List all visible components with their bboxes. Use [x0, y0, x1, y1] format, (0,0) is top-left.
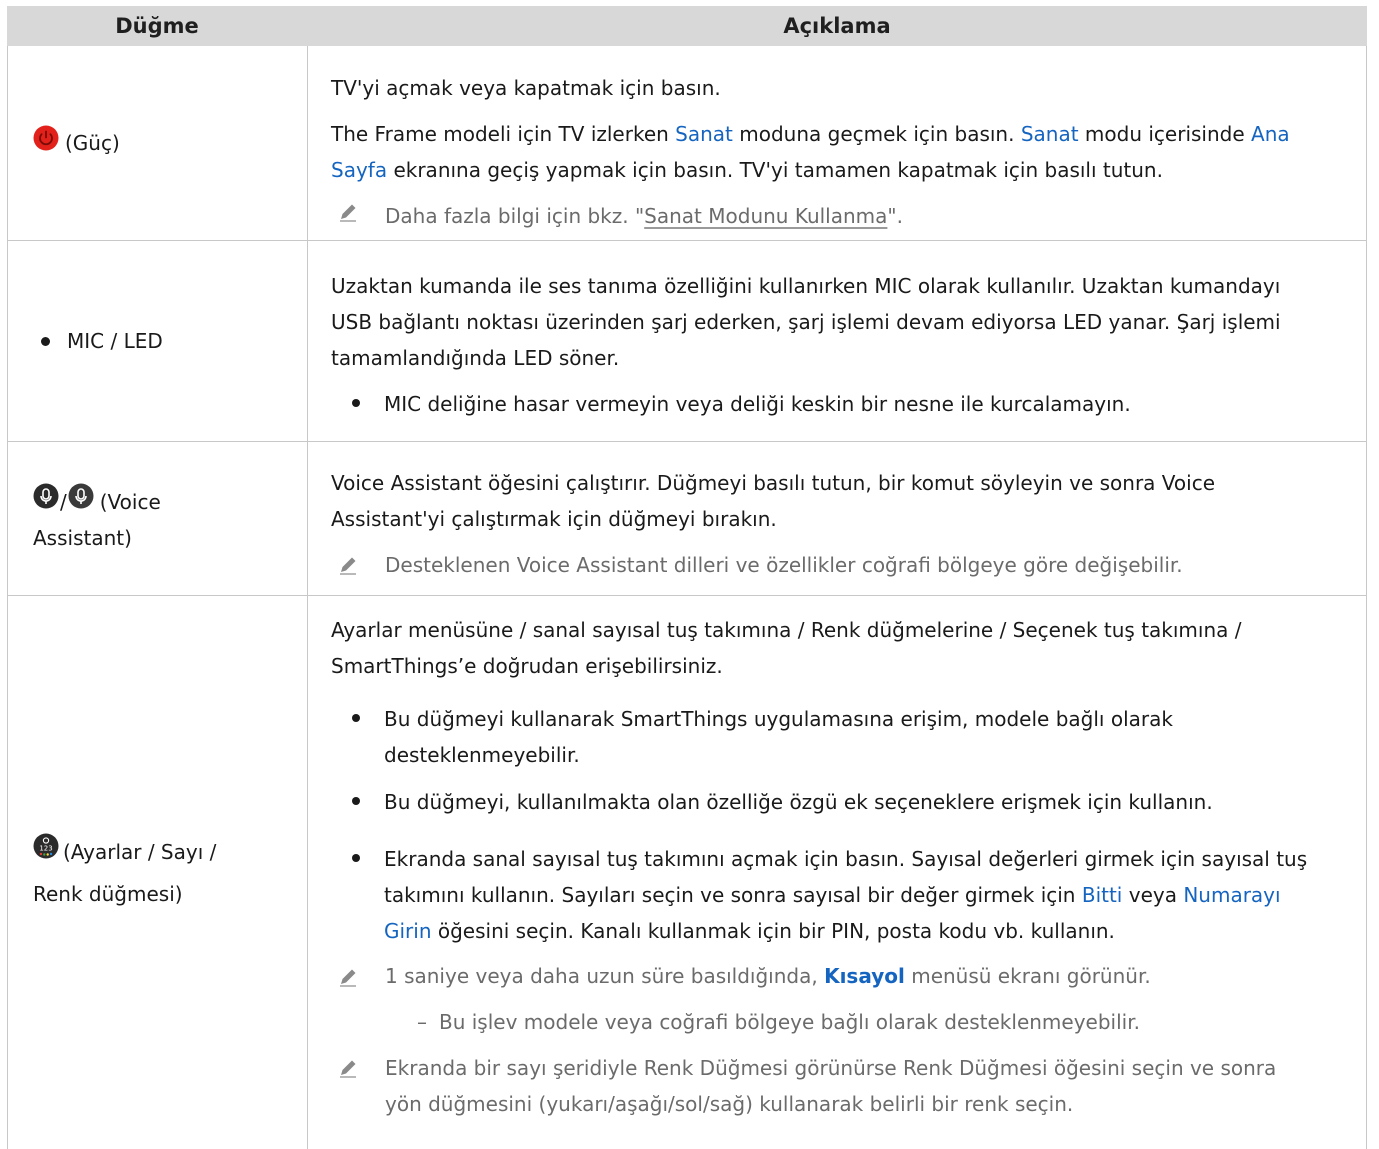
color-settings-icon: 123: [33, 833, 59, 870]
ana-sayfa-link[interactable]: Ana: [1251, 122, 1290, 146]
mic-icon: [33, 483, 59, 520]
sanat-link[interactable]: Sanat: [1021, 122, 1079, 146]
table-right-border: [1366, 46, 1367, 1149]
color-bullet: Bu düğmeyi, kullanılmakta olan özelliğe …: [384, 790, 1213, 814]
ana-sayfa-link[interactable]: Sayfa: [331, 158, 387, 182]
bullet-dot: [352, 399, 360, 407]
table-header: Düğme Açıklama: [7, 6, 1367, 46]
color-bullet: takımını kullanın. Sayıları seçin ve son…: [384, 883, 1281, 907]
pencil-note-icon: [337, 201, 359, 223]
sanat-link[interactable]: Sanat: [675, 122, 733, 146]
mic-led-button-label: MIC / LED: [67, 329, 163, 353]
mic-icon: [68, 483, 94, 520]
bitti-link[interactable]: Bitti: [1082, 883, 1123, 907]
color-bullet: desteklenmeyebilir.: [384, 743, 580, 767]
mic-bullet: MIC deliğine hasar vermeyin veya deliği …: [384, 392, 1131, 416]
kisayol-link[interactable]: Kısayol: [824, 964, 905, 988]
mic-description-line: tamamlandığında LED söner.: [331, 346, 620, 370]
column-divider: [307, 46, 308, 1149]
power-description: TV'yi açmak veya kapatmak için basın.: [331, 76, 721, 100]
power-frame-description-cont: Sayfa ekranına geçiş yapmak için basın. …: [331, 158, 1163, 182]
bullet-dot: [352, 714, 360, 722]
color-bullet: Ekranda sanal sayısal tuş takımını açmak…: [384, 847, 1308, 871]
dash-marker: –: [417, 1010, 427, 1034]
pencil-note-icon: [337, 966, 359, 988]
button-description-table: Düğme Açıklama (Güç) TV'yi açmak veya ka…: [7, 6, 1367, 1149]
mic-description-line: Uzaktan kumanda ile ses tanıma özelliğin…: [331, 274, 1281, 298]
color-note-line: Ekranda bir sayı şeridiyle Renk Düğmesi …: [385, 1056, 1277, 1080]
voice-note: Desteklenen Voice Assistant dilleri ve ö…: [385, 553, 1183, 577]
table-row-mic-led-button-cell: MIC / LED: [7, 241, 307, 441]
mic-led-dot-icon: [41, 336, 50, 346]
voice-description-line: Voice Assistant öğesini çalıştırır. Düğm…: [331, 471, 1216, 495]
color-bullet: Bu düğmeyi kullanarak SmartThings uygula…: [384, 707, 1173, 731]
power-frame-description: The Frame modeli için TV izlerken Sanat …: [331, 122, 1290, 146]
shortcut-subnote: Bu işlev modele veya coğrafi bölgeye bağ…: [439, 1010, 1140, 1034]
shortcut-note: 1 saniye veya daha uzun süre basıldığınd…: [385, 964, 1151, 988]
mic-description-line: USB bağlantı noktası üzerinden şarj eder…: [331, 310, 1281, 334]
color-note-line: yön düğmesini (yukarı/aşağı/sol/sağ) kul…: [385, 1092, 1074, 1116]
numarayi-girin-link[interactable]: Numarayı: [1183, 883, 1280, 907]
power-icon: [33, 125, 59, 162]
column-header-button: Düğme: [115, 14, 199, 38]
voice-description-line: Assistant'yi çalıştırmak için düğmeyi bı…: [331, 507, 777, 531]
numarayi-girin-link[interactable]: Girin: [384, 919, 432, 943]
power-button-label: (Güç): [65, 131, 120, 155]
power-note: Daha fazla bilgi için bkz. "Sanat Modunu…: [385, 204, 903, 228]
icon-separator: /: [60, 489, 67, 514]
pencil-note-icon: [337, 1057, 359, 1079]
sanat-modunu-kullanma-link[interactable]: Sanat Modunu Kullanma: [644, 204, 887, 228]
bullet-dot: [352, 797, 360, 805]
pencil-note-icon: [337, 554, 359, 576]
color-description-line: Ayarlar menüsüne / sanal sayısal tuş tak…: [331, 618, 1242, 642]
voice-assistant-label: Assistant): [33, 526, 132, 550]
bullet-dot: [352, 854, 360, 862]
icon-123-text: 123: [39, 845, 52, 853]
color-bullet: Girin öğesini seçin. Kanalı kullanmak iç…: [384, 919, 1115, 943]
table-row-power-button-cell: (Güç): [7, 46, 307, 240]
voice-assistant-label: (Voice: [99, 489, 161, 514]
color-description-line: SmartThings’e doğrudan erişebilirsiniz.: [331, 654, 723, 678]
color-button-label: (Ayarlar / Sayı /: [63, 839, 217, 864]
column-header-description: Açıklama: [783, 14, 891, 38]
table-row-voice-assistant-button-cell: / (Voice Assistant): [7, 442, 307, 595]
color-button-label: Renk düğmesi): [33, 882, 183, 906]
table-row-color-button-cell: 123 (Ayarlar / Sayı / Renk düğmesi): [7, 596, 307, 1149]
